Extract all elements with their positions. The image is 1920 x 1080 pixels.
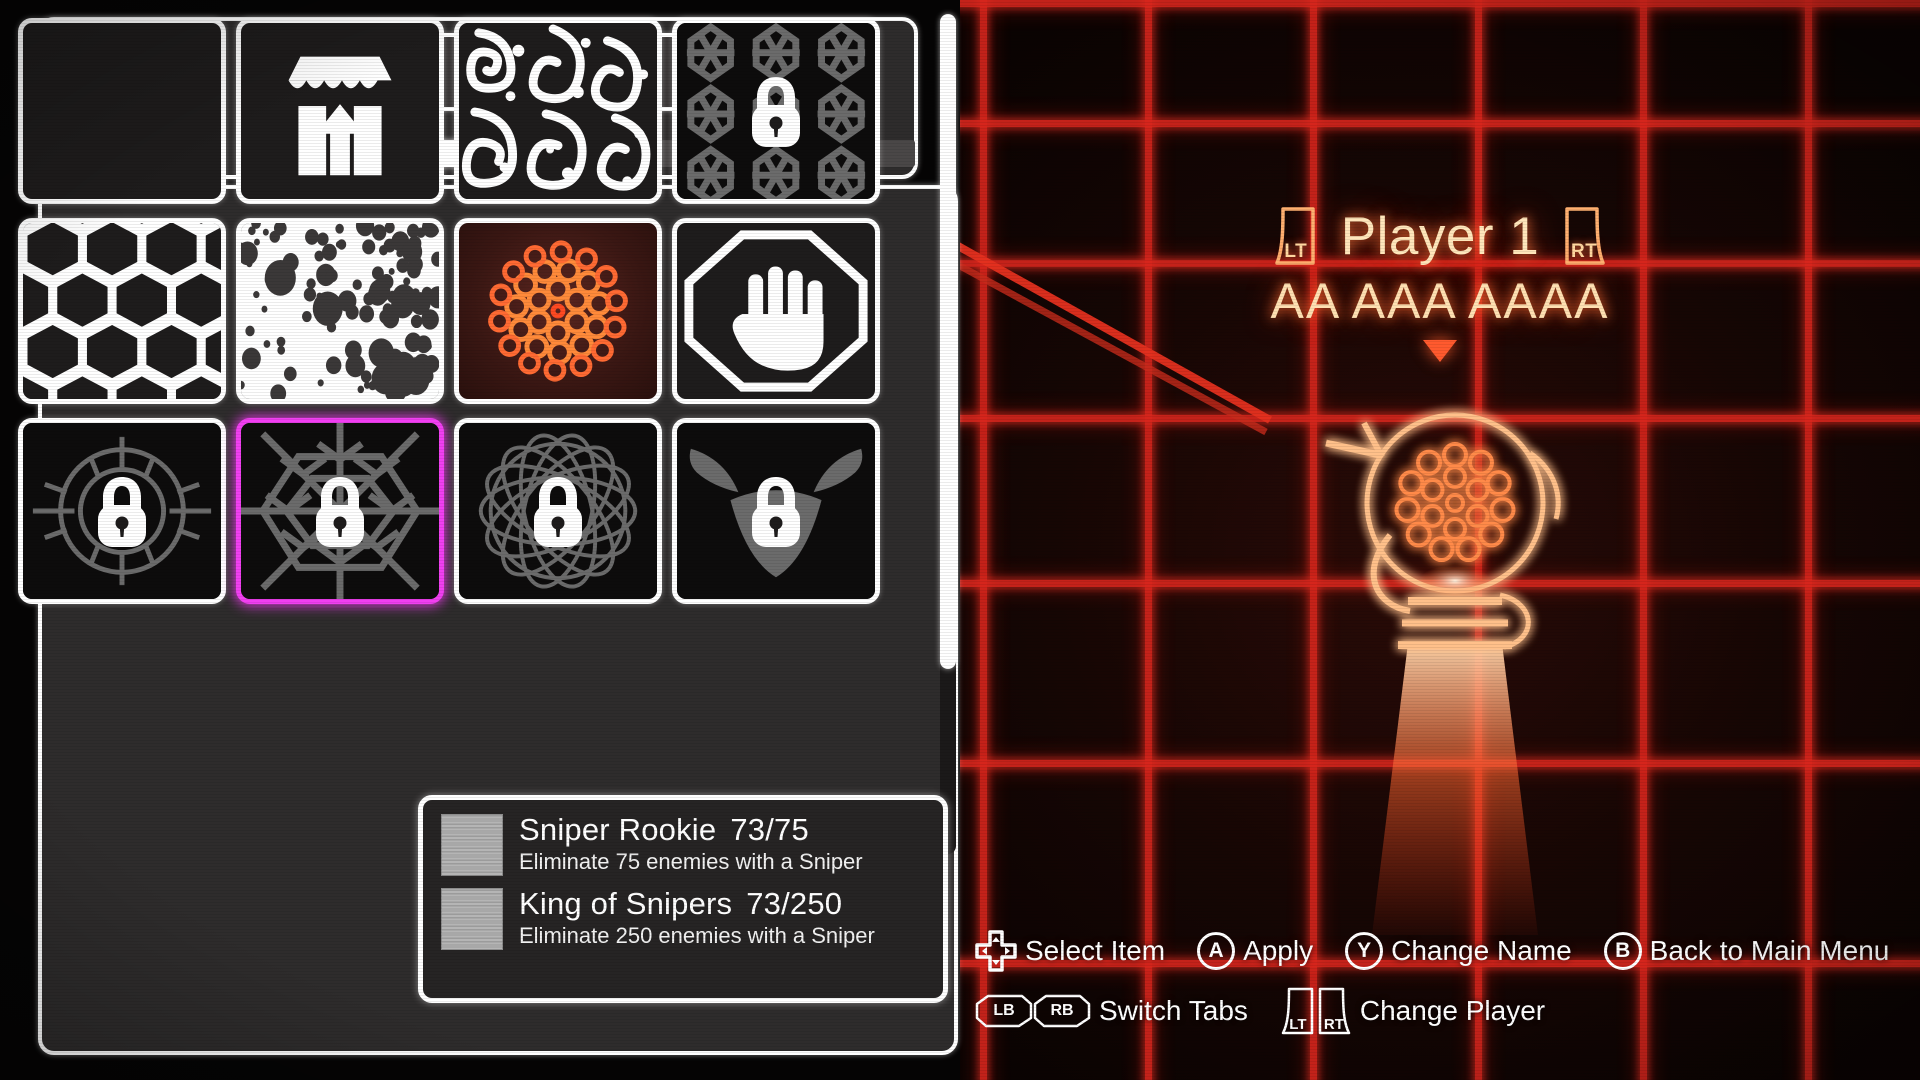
grid-line-horizontal [960, 120, 1920, 127]
pattern-grid[interactable] [18, 18, 880, 604]
hint-trigger-lt-label: LT [1289, 1016, 1307, 1033]
achievement-badge-icon [441, 888, 503, 950]
game-screen: LT Player 1 RT AA AAA AAAA Sniper Rookie… [0, 0, 1920, 1080]
hint-bumper-lb-label: LB [993, 1002, 1015, 1019]
grid-line-vertical [1805, 0, 1812, 1080]
control-hints: Select Item A Apply Y Change Name B Back to Ma… [975, 930, 1905, 1050]
hint-trigger-rt-label: RT [1323, 1016, 1344, 1033]
pattern-art-honeycomb [23, 223, 221, 399]
pattern-tile-snowflake-pattern[interactable] [236, 418, 444, 604]
grid-line-vertical [1145, 0, 1152, 1080]
hint-label: Change Player [1359, 995, 1546, 1026]
hint-trigger-lt[interactable]: LT [1280, 986, 1316, 1036]
control-hints-row-1: Select Item A Apply Y Change Name B Back to Ma… [975, 930, 1905, 972]
lock-badge [92, 471, 152, 551]
pattern-tile-empty-pattern[interactable] [18, 18, 226, 204]
grid-line-vertical [1640, 0, 1647, 1080]
achievement-badge-icon [441, 814, 503, 876]
pattern-art-store [241, 23, 439, 199]
achievement-name: Sniper Rookie [519, 812, 717, 847]
hint-bumper-lb[interactable]: LB [975, 994, 1033, 1028]
pattern-art-flower [459, 223, 657, 399]
pattern-art-bubbles [241, 223, 439, 399]
pattern-tile-crosshair-pattern[interactable] [18, 418, 226, 604]
hint-label: Switch Tabs [1099, 995, 1248, 1026]
prev-player-trigger-lt[interactable]: LT [1273, 205, 1319, 267]
hint-bumper-rb[interactable]: RB [1033, 994, 1091, 1028]
hint-apply[interactable]: A Apply [1197, 932, 1313, 970]
lock-badge [746, 471, 806, 551]
button-a-icon[interactable]: A [1197, 932, 1236, 970]
achievement-progress: 73/250 [746, 886, 843, 921]
pattern-tile-honeycomb-pattern[interactable] [18, 218, 226, 404]
customization-menu: LB Patterns RB [0, 0, 970, 1080]
achievement-row: King of Snipers 73/250 Eliminate 250 enemi… [441, 886, 927, 950]
hint-trigger-rt[interactable]: RT [1316, 986, 1352, 1036]
achievement-text: Sniper Rookie 73/75 Eliminate 75 enemies w… [519, 812, 927, 874]
pattern-tile-bubbles-pattern[interactable] [236, 218, 444, 404]
player-name-label: Player 1 [1340, 206, 1540, 266]
achievement-name: King of Snipers [519, 886, 733, 921]
pattern-tile-stop-hand-pattern[interactable] [672, 218, 880, 404]
achievement-progress: 73/75 [730, 812, 809, 847]
grid-scrollbar-thumb[interactable] [940, 14, 956, 669]
character-preview-panel: LT Player 1 RT AA AAA AAAA [960, 0, 1920, 1080]
lock-icon [534, 477, 582, 547]
pattern-tile-flower-pattern[interactable] [454, 218, 662, 404]
pattern-art-none [23, 23, 221, 199]
player-tag-label: AA AAA AAAA [1270, 273, 1610, 329]
button-y-icon[interactable]: Y [1345, 932, 1384, 970]
achievement-text: King of Snipers 73/250 Eliminate 250 enemi… [519, 886, 927, 948]
pattern-art-filigree [459, 23, 657, 199]
lock-icon [98, 477, 146, 547]
lock-badge [310, 471, 370, 551]
button-b-icon-label: B [1615, 939, 1631, 962]
achievement-tooltip: Sniper Rookie 73/75 Eliminate 75 enemies w… [418, 795, 948, 1003]
hint-bumper-rb-label: RB [1050, 1002, 1074, 1019]
hint-change-player[interactable]: LT RT Change Player [1280, 986, 1545, 1036]
pattern-tile-orbit-pattern[interactable] [454, 418, 662, 604]
hint-switch-tabs[interactable]: LB RB Switch Tabs [975, 994, 1248, 1028]
grid-scrollbar[interactable] [940, 14, 956, 854]
pattern-tile-hex-weave-pattern[interactable] [672, 18, 880, 204]
button-a-icon-label: A [1208, 939, 1224, 962]
lock-icon [316, 477, 364, 547]
rt-label: RT [1571, 241, 1598, 262]
player-avatar-hologram [1325, 412, 1561, 935]
dpad-icon [975, 930, 1017, 972]
grid-line-horizontal [960, 0, 1920, 7]
hint-label: Select Item [1025, 935, 1166, 966]
control-hints-row-2: LB RB Switch Tabs LT RT Change Player [975, 986, 1905, 1036]
button-y-icon-label: Y [1357, 939, 1372, 962]
lock-icon [752, 77, 800, 147]
pattern-tile-filigree-pattern[interactable] [454, 18, 662, 204]
achievement-title: Sniper Rookie 73/75 [519, 812, 927, 847]
grid-line-vertical [980, 0, 987, 1080]
lock-icon [752, 477, 800, 547]
hint-label: Back to Main Menu [1649, 935, 1890, 966]
button-b-icon[interactable]: B [1603, 932, 1642, 970]
lock-badge [528, 471, 588, 551]
achievement-description: Eliminate 75 enemies with a Sniper [519, 848, 863, 874]
lock-badge [746, 71, 806, 151]
pattern-tile-store-pattern[interactable] [236, 18, 444, 204]
next-player-trigger-rt[interactable]: RT [1561, 205, 1607, 267]
pattern-tile-horns-pattern[interactable] [672, 418, 880, 604]
hint-label: Apply [1243, 935, 1314, 966]
achievement-description: Eliminate 250 enemies with a Sniper [519, 922, 875, 948]
player-caret-icon [960, 340, 1920, 362]
hint-change-name[interactable]: Y Change Name [1345, 932, 1572, 970]
achievement-row: Sniper Rookie 73/75 Eliminate 75 enemies w… [441, 812, 927, 876]
trigger-pair-icon: LT RT [1280, 986, 1352, 1036]
pattern-art-stophand [677, 223, 875, 399]
lt-label: LT [1284, 241, 1308, 262]
achievement-title: King of Snipers 73/250 [519, 886, 927, 921]
bumper-pair-icon: LB RB [975, 994, 1091, 1028]
hint-label: Change Name [1391, 935, 1572, 966]
hint-select-item[interactable]: Select Item [975, 930, 1165, 972]
hint-back-to-main-menu[interactable]: B Back to Main Menu [1603, 932, 1890, 970]
player-selector[interactable]: LT Player 1 RT [960, 205, 1920, 267]
